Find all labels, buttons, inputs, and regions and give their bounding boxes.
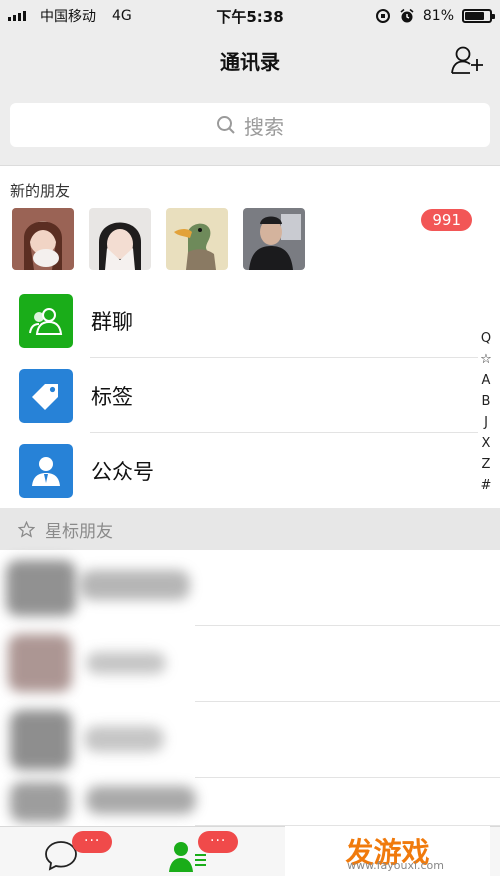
- chats-badge: ···: [72, 831, 113, 853]
- status-left: 中国移动 4G: [8, 6, 375, 26]
- alphabet-index-item[interactable]: A: [482, 372, 491, 390]
- list-item[interactable]: [0, 626, 500, 702]
- alphabet-index-item[interactable]: X: [482, 435, 491, 453]
- list-item[interactable]: [0, 702, 500, 778]
- avatar[interactable]: [243, 208, 305, 270]
- menu-item-group-chat[interactable]: 群聊: [0, 283, 500, 358]
- menu-label-official-accounts: 公众号: [91, 459, 154, 484]
- alphabet-index-item[interactable]: B: [482, 393, 491, 411]
- new-friends-avatars: [12, 208, 305, 270]
- new-friends-badge: 991: [421, 209, 472, 231]
- avatar[interactable]: [89, 208, 151, 270]
- menu-item-official-accounts[interactable]: 公众号: [0, 433, 500, 508]
- status-right: 81%: [375, 8, 495, 24]
- battery-icon: [462, 9, 495, 23]
- signal-icon: [8, 11, 26, 21]
- list-item[interactable]: [0, 778, 500, 826]
- search-input[interactable]: 搜索: [10, 103, 490, 147]
- official-account-icon: [19, 443, 73, 498]
- battery-fill: [465, 12, 485, 20]
- search-icon: [217, 116, 235, 134]
- nav-bar: 通讯录: [0, 32, 500, 88]
- alphabet-index[interactable]: Q ☆ A B J X Z #: [476, 330, 496, 495]
- menu-label-group-chat: 群聊: [91, 309, 133, 334]
- group-chat-icon: [19, 293, 73, 348]
- contact-list: [0, 550, 500, 826]
- avatar[interactable]: [12, 208, 74, 270]
- new-friends-section[interactable]: 新的朋友 991: [0, 165, 500, 283]
- menu-item-tags[interactable]: 标签: [0, 358, 500, 433]
- network-type: 4G: [112, 8, 132, 24]
- add-friend-icon[interactable]: [450, 44, 484, 76]
- list-item[interactable]: [0, 550, 500, 626]
- watermark: 发游戏 www.fayouxi.com: [285, 826, 490, 876]
- alarm-icon: [400, 8, 414, 23]
- watermark-url: www.fayouxi.com: [347, 859, 444, 872]
- tag-icon: [19, 368, 73, 423]
- carrier-name: 中国移动: [40, 9, 96, 25]
- page-title: 通讯录: [220, 49, 280, 74]
- avatar[interactable]: [166, 208, 228, 270]
- new-friends-label: 新的朋友: [10, 182, 71, 200]
- alphabet-index-item[interactable]: J: [484, 414, 488, 432]
- contacts-badge: ···: [198, 831, 239, 853]
- section-header-starred: 星标朋友: [0, 508, 500, 550]
- rotation-lock-icon: [375, 9, 390, 23]
- alphabet-index-item[interactable]: ☆: [480, 351, 492, 369]
- alphabet-index-item[interactable]: Z: [482, 456, 491, 474]
- contacts-menu: 群聊 标签 公众号: [0, 283, 500, 508]
- alphabet-index-item[interactable]: #: [481, 477, 492, 495]
- alphabet-index-item[interactable]: Q: [481, 330, 491, 348]
- starred-label: 星标朋友: [45, 521, 113, 542]
- search-placeholder: 搜索: [244, 114, 284, 139]
- star-icon: [18, 520, 35, 538]
- status-bar: 中国移动 4G 下午5:38 81%: [0, 0, 500, 32]
- battery-percent: 81%: [422, 8, 454, 24]
- menu-label-tags: 标签: [91, 384, 133, 409]
